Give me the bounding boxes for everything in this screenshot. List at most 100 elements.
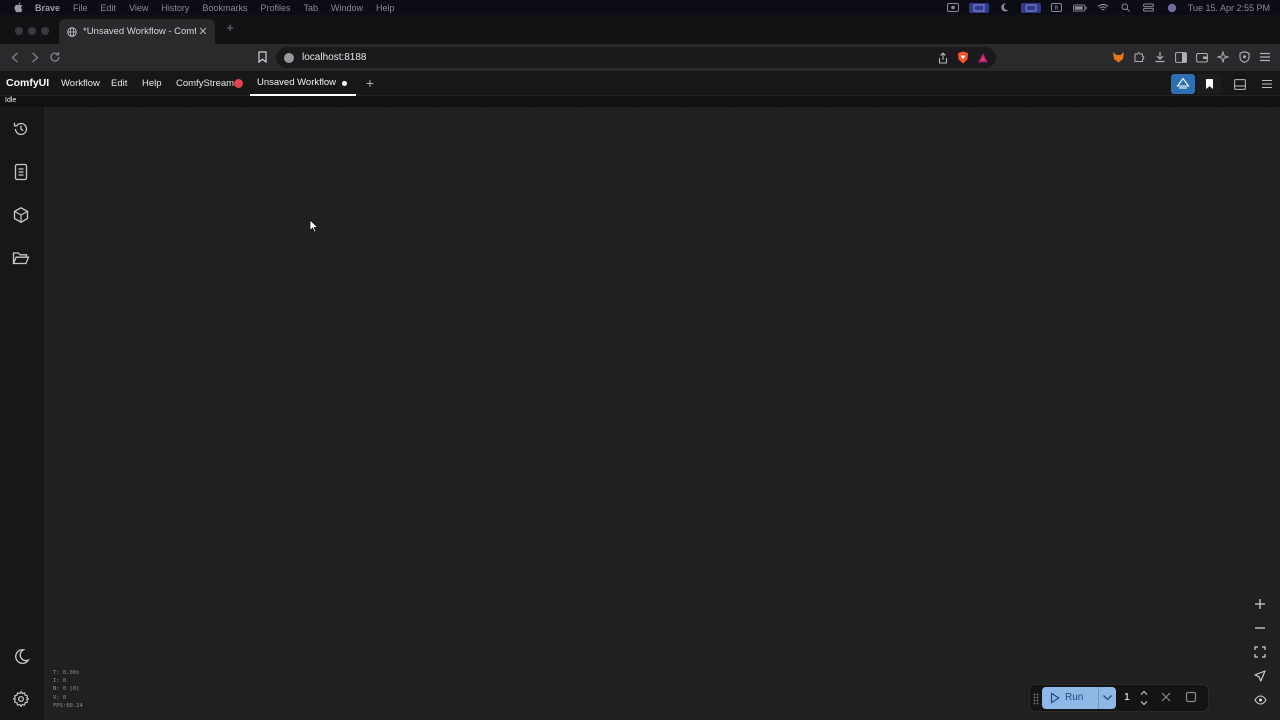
puzzle-extensions-icon[interactable]: [1132, 50, 1146, 64]
window-minimize-button[interactable]: [28, 27, 36, 35]
menubar-window[interactable]: Window: [331, 3, 363, 13]
menu-edit[interactable]: Edit: [111, 78, 127, 89]
run-toolbar: Run 1: [1029, 684, 1209, 712]
drag-handle[interactable]: [1033, 693, 1039, 705]
theme-moon-icon[interactable]: [11, 646, 31, 666]
siri-icon[interactable]: [1165, 3, 1179, 13]
wallet-icon[interactable]: [1195, 50, 1209, 64]
moon-icon[interactable]: [998, 3, 1012, 13]
window-zoom-button[interactable]: [41, 27, 49, 35]
reload-icon[interactable]: [48, 50, 62, 64]
workflow-tab[interactable]: Unsaved Workflow: [250, 71, 356, 96]
keyboard-input-icon[interactable]: R: [1050, 3, 1064, 13]
brave-shields-icon[interactable]: [956, 51, 970, 65]
comfy-topbar: ComfyUI Workflow Edit Help ComfyStream U…: [0, 71, 1280, 96]
run-button-divider: [1098, 687, 1099, 709]
bookmark-icon[interactable]: [255, 50, 269, 64]
brave-rewards-icon[interactable]: [976, 51, 990, 65]
menubar-profiles[interactable]: Profiles: [260, 3, 290, 13]
new-tab-button[interactable]: +: [223, 21, 237, 35]
browser-tab-strip: *Unsaved Workflow - Comfy ✕ +: [0, 15, 1280, 44]
toggle-links-eye-icon[interactable]: [1250, 690, 1270, 710]
chevron-down-icon[interactable]: [1102, 692, 1113, 703]
graph-canvas[interactable]: [44, 107, 1280, 720]
macos-menubar: Brave File Edit View History Bookmarks P…: [0, 0, 1280, 15]
tab-close-icon[interactable]: ✕: [196, 25, 210, 38]
fit-view-icon[interactable]: [1250, 642, 1270, 662]
workflow-tab-title: Unsaved Workflow: [257, 77, 337, 88]
globe-icon: [67, 26, 77, 37]
batch-count-input[interactable]: 1: [1124, 691, 1130, 703]
stat-fps: FPS:60.24: [53, 702, 83, 709]
share-icon[interactable]: [936, 51, 950, 65]
back-arrow-icon[interactable]: [8, 50, 22, 64]
browser-tab-title: *Unsaved Workflow - Comfy: [83, 26, 196, 37]
menubar-history[interactable]: History: [161, 3, 189, 13]
menu-workflow[interactable]: Workflow: [61, 78, 100, 89]
comfystream-status-dot: [234, 79, 243, 88]
window-close-button[interactable]: [15, 27, 23, 35]
browser-tab[interactable]: *Unsaved Workflow - Comfy ✕: [59, 19, 215, 44]
display-icon[interactable]: [1020, 2, 1041, 13]
hamburger-menu-icon[interactable]: [1258, 50, 1272, 64]
menubar-app-name[interactable]: Brave: [35, 3, 60, 13]
play-icon: [1050, 692, 1060, 704]
fox-extension-icon[interactable]: [1111, 50, 1125, 64]
left-sidebar: [0, 107, 44, 720]
leo-ai-icon[interactable]: [1216, 50, 1230, 64]
panel-bottom-icon: [1234, 78, 1246, 90]
settings-gear-icon[interactable]: [11, 689, 31, 709]
menubar-view[interactable]: View: [129, 3, 148, 13]
wifi-icon[interactable]: [1096, 3, 1110, 13]
bottom-panel-toggle[interactable]: [1228, 74, 1252, 94]
comfy-menu-button[interactable]: [1255, 74, 1279, 94]
site-info-icon[interactable]: [284, 52, 294, 63]
stat-nodes: N: 0 [0]: [53, 686, 80, 693]
status-bar: Idle: [0, 96, 1280, 107]
menubar-edit[interactable]: Edit: [101, 3, 117, 13]
zoom-out-icon[interactable]: [1250, 618, 1270, 638]
download-icon[interactable]: [1153, 50, 1167, 64]
menubar-clock[interactable]: Tue 15. Apr 2:55 PM: [1188, 3, 1270, 13]
model-library-cube-icon[interactable]: [11, 205, 31, 225]
screen-share-icon[interactable]: [946, 3, 960, 13]
workflows-folder-icon[interactable]: [11, 248, 31, 268]
control-center-icon[interactable]: [1142, 3, 1156, 13]
zoom-in-icon[interactable]: [1250, 594, 1270, 614]
browser-toolbar: localhost:8188: [0, 44, 1280, 71]
apple-icon[interactable]: [13, 2, 25, 13]
status-text: Idle: [5, 97, 17, 104]
forward-arrow-icon[interactable]: [28, 50, 42, 64]
layers-icon: [1176, 77, 1190, 89]
address-bar[interactable]: localhost:8188: [276, 47, 996, 68]
run-button[interactable]: Run: [1042, 687, 1116, 709]
stop-square-icon[interactable]: [1185, 691, 1197, 703]
menubar-tab[interactable]: Tab: [303, 3, 318, 13]
spotlight-search-icon[interactable]: [1119, 3, 1133, 13]
menubar-file[interactable]: File: [73, 3, 88, 13]
sidebar-toggle-icon[interactable]: [1174, 50, 1188, 64]
bookmark-panel-button[interactable]: [1197, 74, 1221, 94]
batch-stepper-icon[interactable]: [1138, 688, 1150, 708]
url-text[interactable]: localhost:8188: [302, 52, 936, 63]
unsaved-indicator-dot[interactable]: [342, 81, 347, 86]
browser-extensions: [1111, 49, 1272, 65]
queue-panel-button[interactable]: [1171, 74, 1195, 94]
select-mode-arrow-icon[interactable]: [1250, 666, 1270, 686]
comfyui-logo: ComfyUI: [6, 77, 50, 89]
stat-v: V: 0: [53, 694, 67, 701]
canvas-stats: T: 0.00s I: 0 N: 0 [0] V: 0 FPS:60.24: [53, 669, 83, 710]
queue-history-icon[interactable]: [11, 119, 31, 139]
new-workflow-button[interactable]: +: [363, 75, 377, 91]
screen: Brave File Edit View History Bookmarks P…: [0, 0, 1280, 720]
menu-comfystream[interactable]: ComfyStream: [176, 78, 234, 89]
menu-help[interactable]: Help: [142, 78, 162, 89]
vpn-icon[interactable]: [1237, 50, 1251, 64]
menubar-bookmarks[interactable]: Bookmarks: [202, 3, 247, 13]
node-library-icon[interactable]: [11, 162, 31, 182]
menubar-help[interactable]: Help: [376, 3, 395, 13]
cancel-run-icon[interactable]: [1160, 691, 1172, 703]
screen-mirroring-icon[interactable]: [968, 2, 989, 13]
battery-icon[interactable]: [1072, 3, 1087, 13]
hamburger-icon: [1262, 79, 1272, 89]
